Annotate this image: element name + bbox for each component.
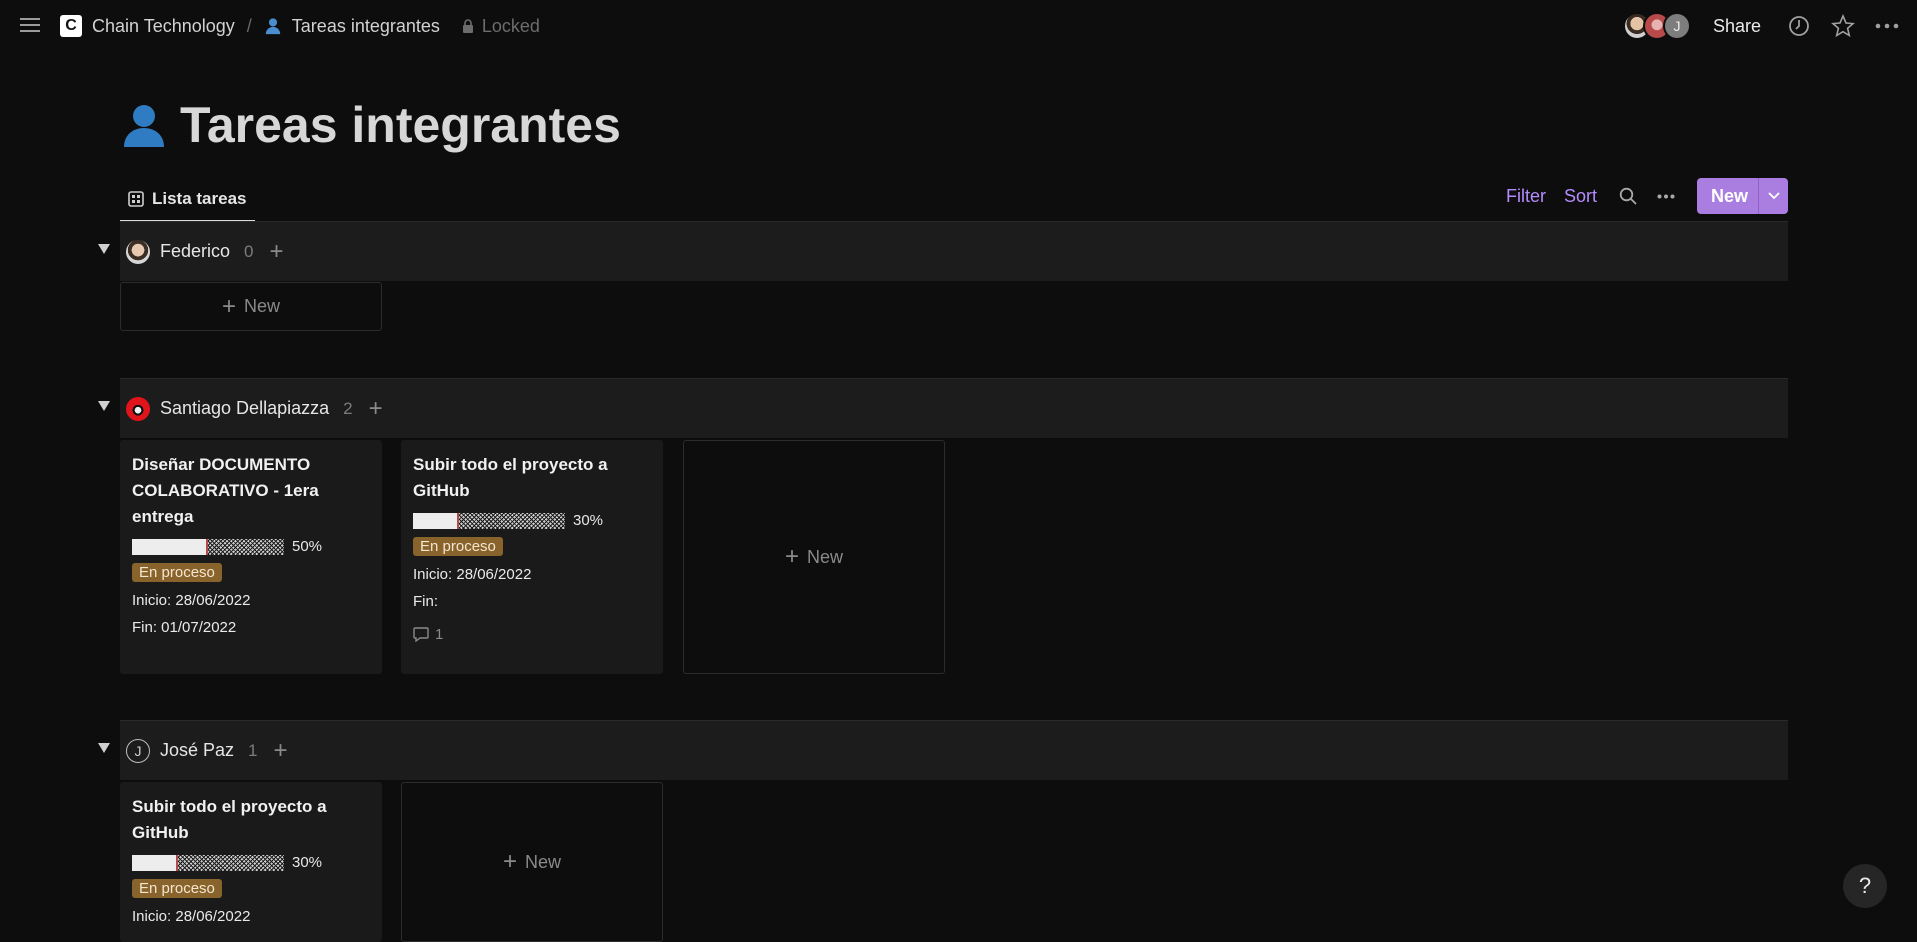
start-date: Inicio: 28/06/2022 <box>132 908 251 925</box>
progress-bar <box>132 538 284 555</box>
comment-count: 1 <box>435 626 444 643</box>
task-card[interactable]: Diseñar DOCUMENTO COLABORATIVO - 1era en… <box>120 440 382 674</box>
start-date: Inicio: 28/06/2022 <box>132 592 251 609</box>
plus-icon: + <box>221 292 236 320</box>
progress-bar <box>132 854 284 871</box>
progress-bar <box>413 512 565 529</box>
filter-button[interactable]: Filter <box>1506 186 1546 207</box>
avatar <box>126 396 150 421</box>
top-actions: J Share <box>1622 8 1917 44</box>
add-card-icon[interactable]: + <box>274 738 288 763</box>
new-card-label: New <box>807 546 844 567</box>
board-icon <box>128 191 144 207</box>
plus-icon: + <box>502 848 517 875</box>
more-icon[interactable] <box>1657 194 1675 199</box>
group-count: 2 <box>343 398 353 418</box>
group-name: José Paz <box>160 740 235 760</box>
group-name: Federico <box>160 241 231 261</box>
status-badge: En proceso <box>132 563 222 582</box>
end-date: Fin: 01/07/2022 <box>132 619 237 636</box>
comments: 1 <box>413 626 651 643</box>
more-icon[interactable] <box>1875 14 1899 38</box>
avatar: J <box>126 738 150 763</box>
comment-icon <box>413 627 429 642</box>
view-bar: Lista tareas Filter Sort New <box>120 178 1788 222</box>
progress-fill <box>413 512 459 529</box>
top-bar: C Chain Technology / Tareas integrantes … <box>0 0 1917 52</box>
sort-button[interactable]: Sort <box>1564 186 1597 207</box>
person-icon <box>265 18 280 35</box>
group-count: 0 <box>244 241 254 261</box>
end-date: Fin: <box>413 593 439 610</box>
card-title: Subir todo el proyecto a GitHub <box>413 455 608 500</box>
new-button[interactable]: New <box>1696 178 1788 214</box>
group-header-jose-paz: J José Paz 1 + <box>98 720 1788 780</box>
page-title-row: Tareas integrantes <box>120 96 621 154</box>
add-card-icon[interactable]: + <box>369 396 383 421</box>
breadcrumb-page[interactable]: Tareas integrantes <box>292 16 440 37</box>
chevron-down-icon[interactable] <box>1758 178 1788 214</box>
lock-label: Locked <box>481 15 540 36</box>
workspace-logo-icon: C <box>60 15 82 37</box>
toggle-triangle-icon[interactable] <box>98 401 110 411</box>
new-button-label: New <box>1710 185 1748 206</box>
view-actions: Filter Sort New <box>1506 178 1788 214</box>
group-name: Santiago Dellapiazza <box>160 398 330 418</box>
tab-lista-tareas[interactable]: Lista tareas <box>120 178 255 222</box>
breadcrumb-separator: / <box>246 15 252 36</box>
search-icon[interactable] <box>1619 187 1637 205</box>
page-title[interactable]: Tareas integrantes <box>180 96 621 154</box>
collaborator-avatars[interactable]: J <box>1622 12 1691 40</box>
toggle-triangle-icon[interactable] <box>98 244 110 254</box>
card-title: Diseñar DOCUMENTO COLABORATIVO - 1era en… <box>132 455 319 526</box>
breadcrumb-workspace[interactable]: Chain Technology <box>92 16 235 37</box>
avatar: J <box>1662 12 1691 40</box>
person-icon[interactable] <box>120 101 168 149</box>
progress: 30% <box>132 854 370 871</box>
progress-label: 50% <box>292 538 323 555</box>
task-card[interactable]: Subir todo el proyecto a GitHub 30% En p… <box>401 440 663 674</box>
progress-fill <box>132 854 178 871</box>
lock-icon <box>462 18 473 33</box>
tab-label: Lista tareas <box>152 189 247 208</box>
star-icon[interactable] <box>1831 14 1855 38</box>
breadcrumb: C Chain Technology / Tareas integrantes … <box>60 12 540 40</box>
card-title: Subir todo el proyecto a GitHub <box>132 797 327 842</box>
menu-icon[interactable] <box>18 14 42 38</box>
help-button[interactable]: ? <box>1843 864 1887 908</box>
group-count: 1 <box>248 740 258 760</box>
status-badge: En proceso <box>413 537 503 556</box>
progress: 30% <box>413 512 651 529</box>
progress: 50% <box>132 538 370 555</box>
clock-icon[interactable] <box>1787 14 1811 38</box>
group-header-santiago: Santiago Dellapiazza 2 + <box>98 378 1788 438</box>
share-button[interactable]: Share <box>1713 16 1761 37</box>
avatar <box>126 239 150 264</box>
new-card-button[interactable]: + New <box>683 440 945 674</box>
start-date: Inicio: 28/06/2022 <box>413 566 532 583</box>
new-card-button[interactable]: + New <box>120 282 382 331</box>
progress-label: 30% <box>573 512 604 529</box>
add-card-icon[interactable]: + <box>270 239 284 264</box>
new-card-label: New <box>244 296 281 316</box>
progress-fill <box>132 538 208 555</box>
progress-label: 30% <box>292 854 323 871</box>
toggle-triangle-icon[interactable] <box>98 743 110 753</box>
group-header-federico: Federico 0 + <box>98 221 1788 281</box>
status-badge: En proceso <box>132 879 222 898</box>
lock-status[interactable]: Locked <box>462 16 540 37</box>
new-card-button[interactable]: + New <box>401 782 663 942</box>
plus-icon: + <box>784 543 799 570</box>
task-card[interactable]: Subir todo el proyecto a GitHub 30% En p… <box>120 782 382 942</box>
new-card-label: New <box>525 851 562 872</box>
